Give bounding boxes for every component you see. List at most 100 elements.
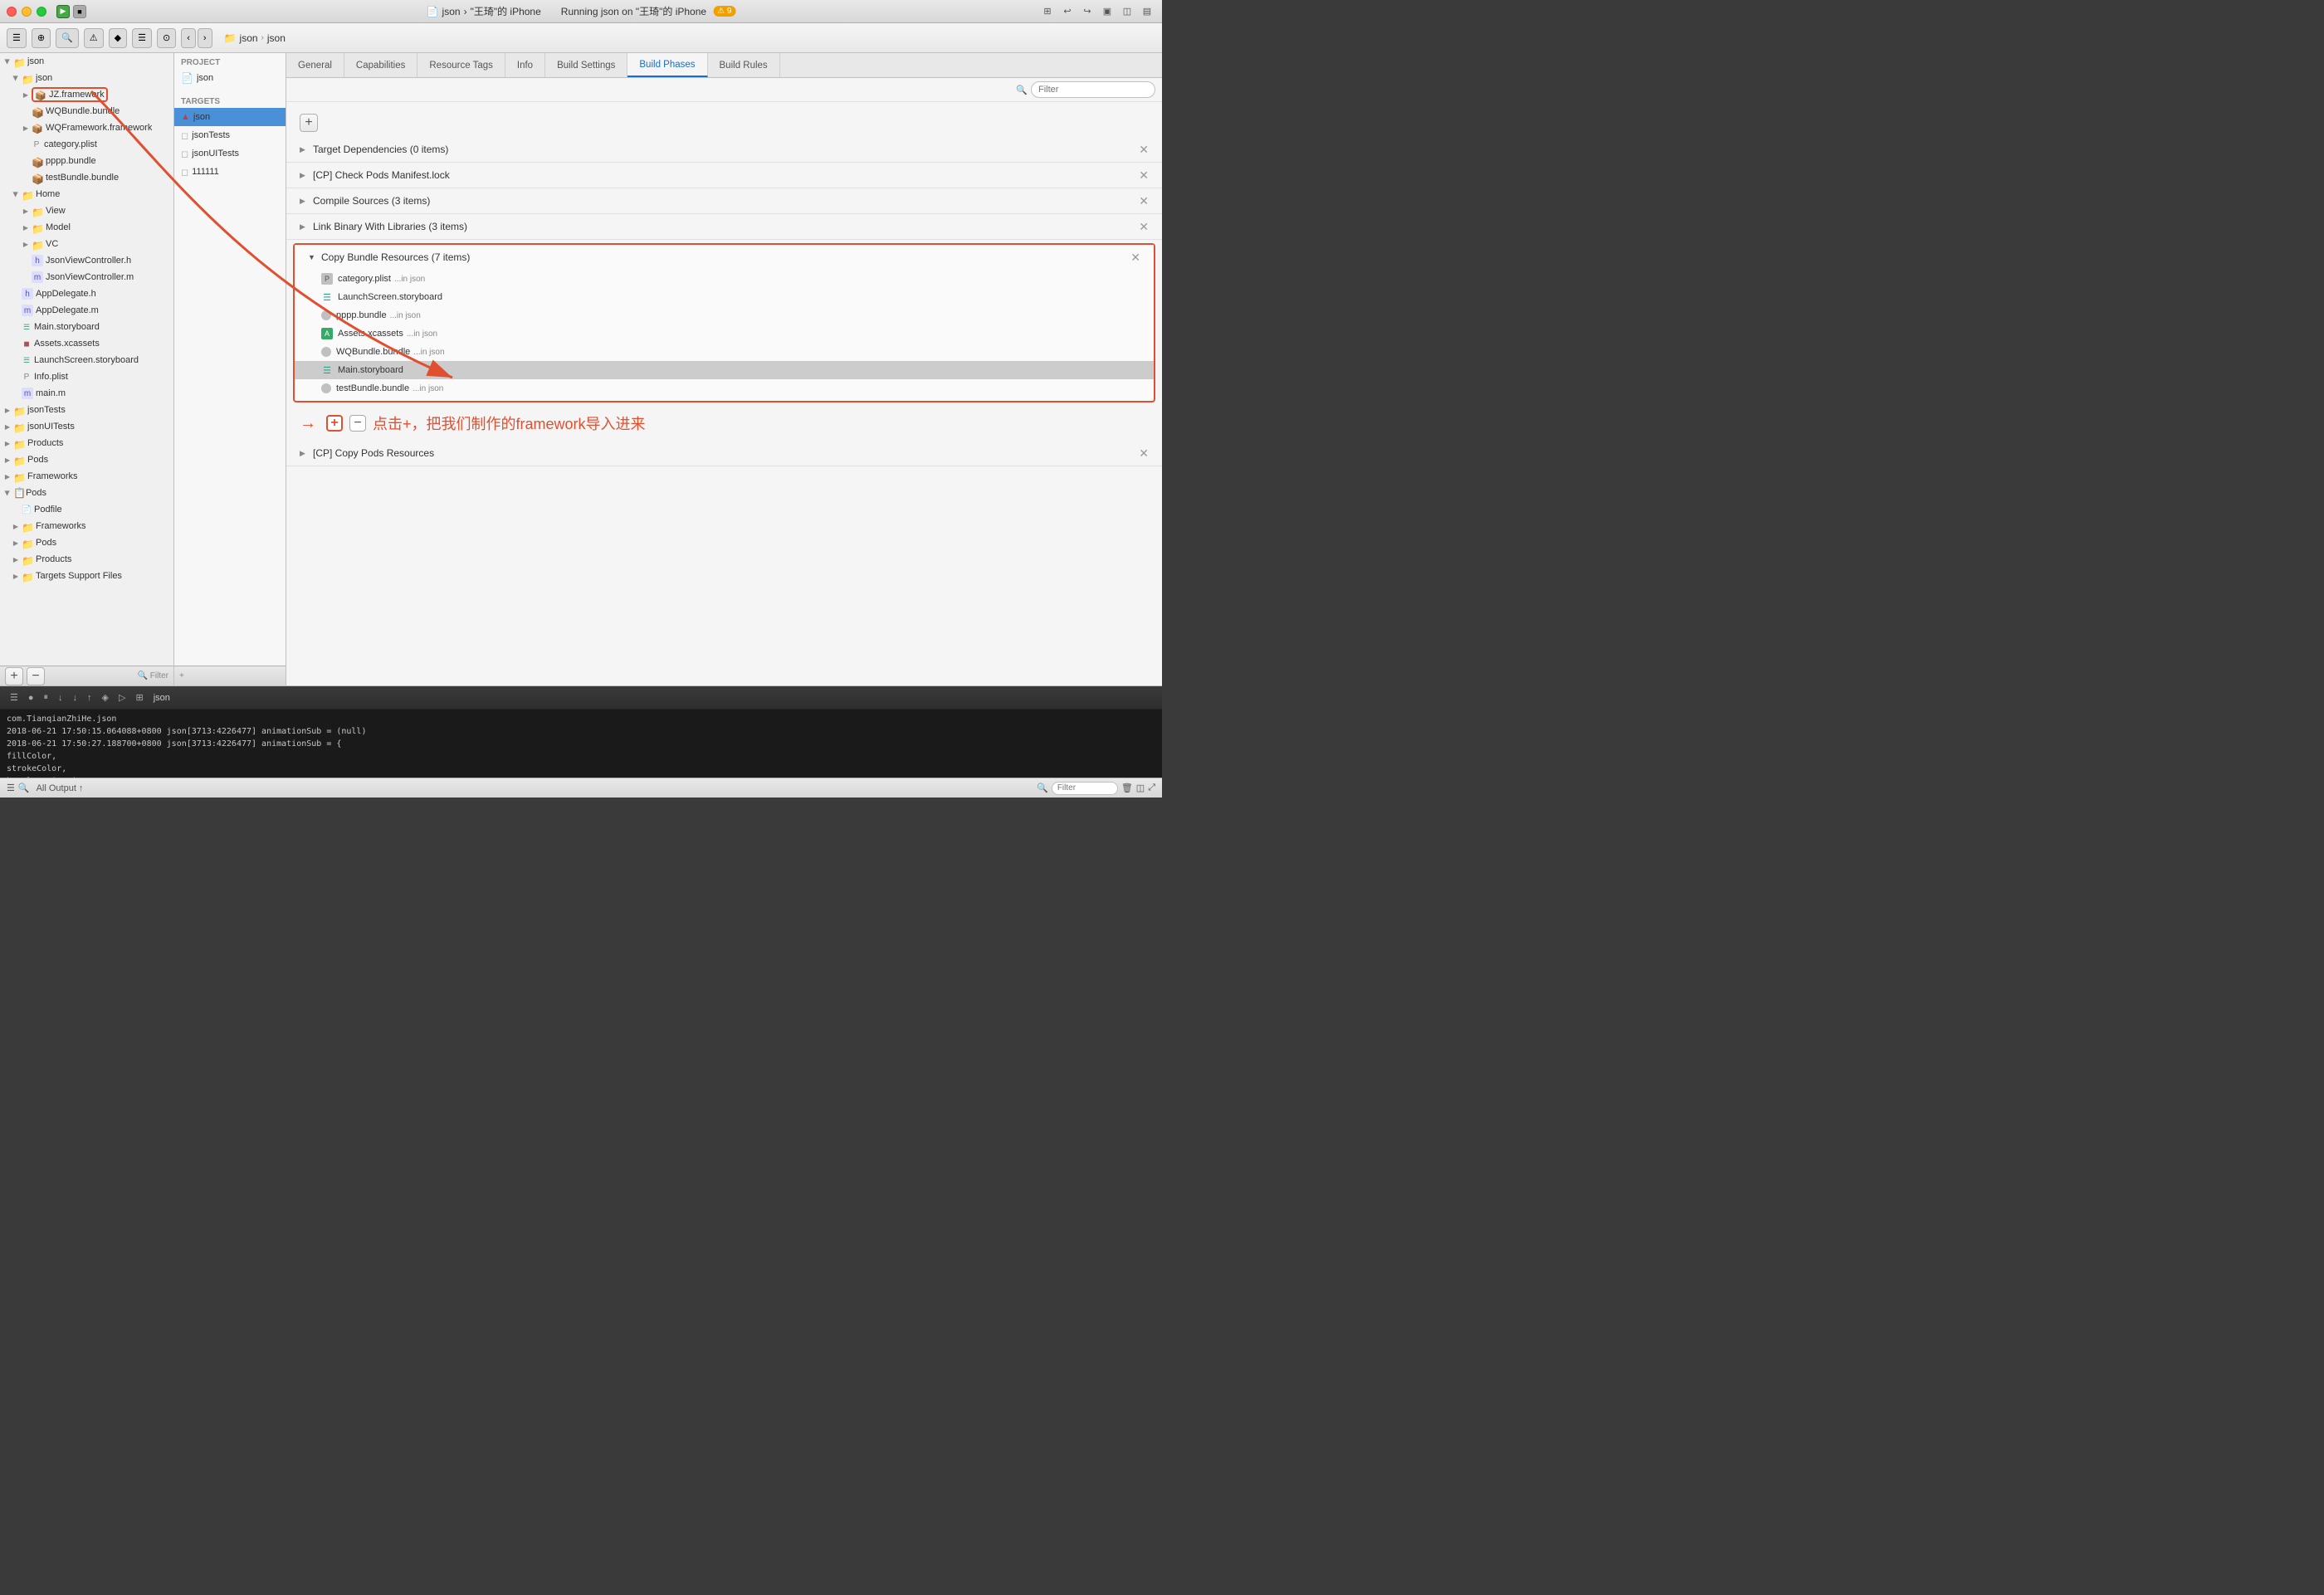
- forward-nav-button[interactable]: ›: [198, 28, 212, 48]
- project-nav-item-json[interactable]: 📄 json: [174, 69, 286, 87]
- sidebar-remove-button[interactable]: −: [27, 667, 45, 685]
- nav-add-button[interactable]: +: [179, 671, 184, 680]
- debug-share-icon[interactable]: ▷: [115, 690, 129, 705]
- remove-file-button[interactable]: −: [349, 415, 366, 432]
- list-button[interactable]: ☰: [132, 28, 152, 48]
- phase-close-button[interactable]: ✕: [1139, 446, 1149, 461]
- close-button[interactable]: [7, 7, 17, 17]
- sidebar-item-vc[interactable]: ▶ 📁 VC: [0, 236, 173, 252]
- add-file-button[interactable]: +: [326, 415, 343, 432]
- phase-header-cp-copy[interactable]: ▶ [CP] Copy Pods Resources ✕: [286, 441, 1162, 466]
- sidebar-item-launchscreen[interactable]: ☰ LaunchScreen.storyboard: [0, 352, 173, 368]
- tab-info[interactable]: Info: [505, 53, 545, 77]
- file-row-launchscreen[interactable]: ☰ LaunchScreen.storyboard: [295, 288, 1154, 306]
- phase-header-cp-check[interactable]: ▶ [CP] Check Pods Manifest.lock ✕: [286, 163, 1162, 188]
- sidebar-item-category-plist[interactable]: P category.plist: [0, 136, 173, 153]
- sidebar-item-pods2[interactable]: ▶ 📁 Pods: [0, 534, 173, 551]
- sidebar-item-home[interactable]: ▶ 📁 Home: [0, 186, 173, 202]
- tab-general[interactable]: General: [286, 53, 344, 77]
- add-phase-button[interactable]: +: [300, 114, 318, 132]
- sidebar-item-wqframework[interactable]: ▶ 📦 WQFramework.framework: [0, 120, 173, 136]
- sidebar-item-jvc-m[interactable]: m JsonViewController.m: [0, 269, 173, 285]
- sidebar-item-wqbundle[interactable]: 📦 WQBundle.bundle: [0, 103, 173, 120]
- sidebar-item-products2[interactable]: ▶ 📁 Products: [0, 551, 173, 568]
- phase-header-link[interactable]: ▶ Link Binary With Libraries (3 items) ✕: [286, 214, 1162, 239]
- file-row-pppp[interactable]: pppp.bundle ...in json: [295, 306, 1154, 324]
- panel-icon2[interactable]: ◫: [1119, 3, 1135, 20]
- phase-header-target-deps[interactable]: ▶ Target Dependencies (0 items) ✕: [286, 137, 1162, 162]
- debug-pause-icon[interactable]: ⏸: [41, 690, 52, 705]
- sidebar-item-pppp-bundle[interactable]: 📦 pppp.bundle: [0, 153, 173, 169]
- breadcrumb-json2[interactable]: json: [267, 32, 286, 44]
- sidebar-item-main-storyboard[interactable]: ☰ Main.storyboard: [0, 319, 173, 335]
- sidebar-item-pods1[interactable]: ▶ 📁 Pods: [0, 451, 173, 468]
- sidebar-item-jsontests[interactable]: ▶ 📁 jsonTests: [0, 402, 173, 418]
- bottom-menu-icon[interactable]: ☰: [7, 783, 15, 793]
- sidebar-item-model[interactable]: ▶ 📁 Model: [0, 219, 173, 236]
- grid-icon[interactable]: ⊞: [1039, 3, 1056, 20]
- phase-close-button[interactable]: ✕: [1139, 143, 1149, 157]
- console-filter-input[interactable]: [1052, 782, 1118, 795]
- play-button[interactable]: ▶: [56, 5, 70, 18]
- navigator-button[interactable]: ☰: [7, 28, 27, 48]
- file-row-main-storyboard[interactable]: ☰ Main.storyboard: [295, 361, 1154, 379]
- debug-list-icon[interactable]: ☰: [7, 690, 22, 705]
- phase-close-button[interactable]: ✕: [1139, 194, 1149, 208]
- target-nav-item-111111[interactable]: ◻ 111111: [174, 163, 286, 181]
- bottom-filter-icon[interactable]: 🔍: [18, 783, 30, 793]
- tab-build-rules[interactable]: Build Rules: [708, 53, 780, 77]
- expand-icon[interactable]: ⤢: [1148, 783, 1155, 793]
- file-row-assets[interactable]: A Assets.xcassets ...in json: [295, 324, 1154, 343]
- phase-close-button[interactable]: ✕: [1139, 168, 1149, 183]
- sidebar-add-button[interactable]: +: [5, 667, 23, 685]
- target-nav-item-jsontests[interactable]: ◻ jsonTests: [174, 126, 286, 144]
- search-button[interactable]: 🔍: [56, 28, 79, 48]
- sidebar-item-jsonuitests[interactable]: ▶ 📁 jsonUITests: [0, 418, 173, 435]
- sidebar-item-json-folder[interactable]: ▶ 📁 json: [0, 70, 173, 86]
- sidebar-item-appdelegate-h[interactable]: h AppDelegate.h: [0, 285, 173, 302]
- debug-circle-icon[interactable]: ●: [25, 691, 37, 705]
- sidebar-item-testbundle[interactable]: 📦 testBundle.bundle: [0, 169, 173, 186]
- sidebar-item-jz-framework[interactable]: ▶ 📦 JZ.framework: [0, 86, 173, 103]
- debug-simulate-icon[interactable]: ◈: [99, 690, 112, 705]
- sidebar-item-json-root[interactable]: ▶ 📁 json: [0, 53, 173, 70]
- sidebar-item-jvc-h[interactable]: h JsonViewController.h: [0, 252, 173, 269]
- warning-button[interactable]: ⚠: [84, 28, 104, 48]
- debug-step-in-icon[interactable]: ↓: [70, 691, 81, 705]
- sidebar-item-targets-support[interactable]: ▶ 📁 Targets Support Files: [0, 568, 173, 584]
- add-button[interactable]: ⊕: [32, 28, 51, 48]
- file-row-testbundle[interactable]: testBundle.bundle ...in json: [295, 379, 1154, 398]
- panel-icon3[interactable]: ▤: [1139, 3, 1155, 20]
- debug-step-out-icon[interactable]: ↑: [84, 691, 95, 705]
- fullscreen-button[interactable]: [37, 7, 46, 17]
- sidebar-item-info-plist[interactable]: P Info.plist: [0, 368, 173, 385]
- phase-close-button[interactable]: ✕: [1139, 220, 1149, 234]
- tab-build-phases[interactable]: Build Phases: [627, 53, 707, 77]
- sidebar-item-products1[interactable]: ▶ 📁 Products: [0, 435, 173, 451]
- sidebar-item-pods-root[interactable]: ▶ 📋 Pods: [0, 485, 173, 501]
- phase-header-copy-bundle[interactable]: ▼ Copy Bundle Resources (7 items) ✕: [295, 245, 1154, 270]
- target-nav-item-jsonuitests[interactable]: ◻ jsonUITests: [174, 144, 286, 163]
- target-nav-item-json[interactable]: ▲ json: [174, 108, 286, 126]
- stop-button[interactable]: ■: [73, 5, 86, 18]
- tab-resource-tags[interactable]: Resource Tags: [417, 53, 505, 77]
- trash-icon[interactable]: 🗑: [1121, 783, 1133, 793]
- debug-step-icon[interactable]: ↓: [55, 691, 66, 705]
- sidebar-item-appdelegate-m[interactable]: m AppDelegate.m: [0, 302, 173, 319]
- minimize-button[interactable]: [22, 7, 32, 17]
- scope-button[interactable]: ⊙: [157, 28, 176, 48]
- sidebar-item-frameworks2[interactable]: ▶ 📁 Frameworks: [0, 518, 173, 534]
- sidebar-item-frameworks1[interactable]: ▶ 📁 Frameworks: [0, 468, 173, 485]
- debug-grid-icon[interactable]: ⊞: [132, 690, 146, 705]
- sidebar-toggle-icon[interactable]: ◫: [1136, 783, 1145, 793]
- tab-build-settings[interactable]: Build Settings: [545, 53, 627, 77]
- sidebar-item-assets[interactable]: ◼ Assets.xcassets: [0, 335, 173, 352]
- forward-icon[interactable]: ↪: [1079, 3, 1096, 20]
- phase-close-button[interactable]: ✕: [1130, 251, 1140, 265]
- back-nav-button[interactable]: ‹: [181, 28, 196, 48]
- back-icon[interactable]: ↩: [1059, 3, 1076, 20]
- tab-capabilities[interactable]: Capabilities: [344, 53, 417, 77]
- sidebar-item-main-m[interactable]: m main.m: [0, 385, 173, 402]
- panel-icon[interactable]: ▣: [1099, 3, 1116, 20]
- file-row-wqbundle[interactable]: WQBundle.bundle ...in json: [295, 343, 1154, 361]
